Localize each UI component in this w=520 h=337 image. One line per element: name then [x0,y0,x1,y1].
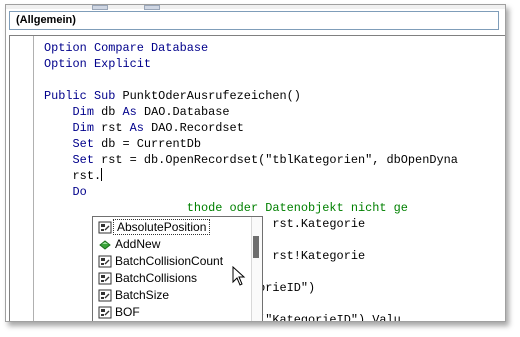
property-icon [98,289,112,302]
code-token: db [101,105,123,119]
intellisense-item[interactable]: BatchCollisionCount [93,253,253,270]
toolbar-remnant [6,5,505,10]
code-token: rst [101,121,130,135]
comment-token: thode oder Datenobjekt nicht ge [186,201,408,215]
keyword-token: Option Explicit [44,57,152,71]
text-cursor [101,168,103,181]
code-line[interactable]: Dim db As DAO.Database [44,104,458,120]
scrollbar-thumb[interactable] [253,236,259,258]
keyword-token: As [122,105,144,119]
mouse-pointer-icon [232,266,246,286]
intellisense-item-label: AddNew [115,237,161,251]
intellisense-item[interactable]: BatchSize [93,287,253,304]
object-combo-value: (Allgemein) [16,14,76,26]
keyword-token: As [129,121,152,135]
intellisense-item-label: BatchCollisionCount [115,254,224,268]
intellisense-item-label: AbsolutePosition [113,219,211,235]
code-line[interactable]: rst. [44,168,458,184]
property-icon [98,255,112,268]
code-line[interactable] [44,72,458,88]
property-icon [98,221,112,234]
code-token: DAO.Recordset [151,121,244,135]
code-line[interactable]: Do [44,184,458,200]
code-token: rst. [44,169,102,183]
code-line[interactable]: Set db = CurrentDb [44,136,458,152]
property-icon [98,306,112,319]
keyword-token: Public Sub [44,89,123,103]
intellisense-item[interactable]: AbsolutePosition [93,219,253,236]
code-token: DAO.Database [143,105,230,119]
intellisense-item[interactable]: BatchCollisions [93,270,253,287]
toolbar-button[interactable] [144,5,160,10]
intellisense-item[interactable]: AddNew [93,236,253,253]
code-token: PunktOderAusrufezeichen() [122,89,301,103]
intellisense-item[interactable]: BOF [93,304,253,321]
keyword-token: Dim [72,105,102,119]
object-combo[interactable]: (Allgemein) [9,11,499,30]
code-line[interactable]: Public Sub PunktOderAusrufezeichen() [44,88,458,104]
keyword-token: Dim [72,121,102,135]
keyword-token: Do [72,185,87,199]
intellisense-item-label: BatchSize [115,288,170,302]
code-token: db = CurrentDb [101,137,201,151]
code-line[interactable]: Option Explicit [44,56,458,72]
code-token: rst = db.OpenRecordset("tblKategorien", … [101,153,458,167]
property-icon [98,272,112,285]
method-icon [98,238,112,251]
code-line[interactable]: thode oder Datenobjekt nicht ge [44,200,458,216]
intellisense-item[interactable]: Bookmark [93,321,253,322]
vba-editor-window: (Allgemein) Option Compare Database Optio… [5,4,506,322]
margin-indicator-bar[interactable] [10,36,34,321]
intellisense-item-label: BatchCollisions [115,271,198,285]
toolbar-button[interactable] [92,5,108,10]
code-editor[interactable]: Option Compare Database Option Explicit P… [9,35,505,322]
keyword-token: Set [72,137,102,151]
keyword-token: Set [72,153,102,167]
intellisense-item-label: BOF [115,305,140,319]
code-line[interactable]: Option Compare Database [44,40,458,56]
code-line[interactable]: Set rst = db.OpenRecordset("tblKategorie… [44,152,458,168]
code-line[interactable]: Dim rst As DAO.Recordset [44,120,458,136]
keyword-token: Option Compare Database [44,41,209,55]
